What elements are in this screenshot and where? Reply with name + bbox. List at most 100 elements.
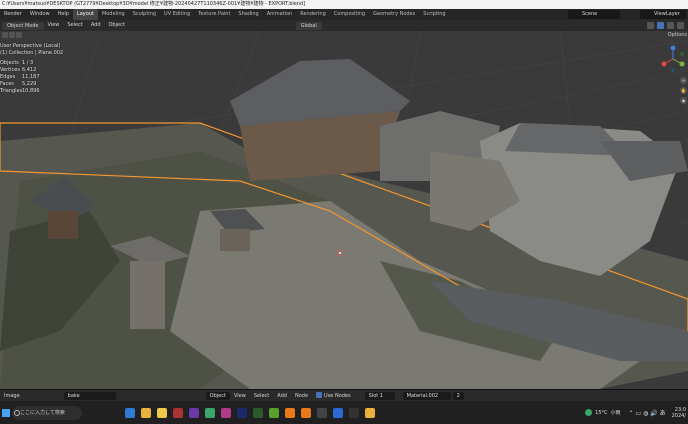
node-menu-select[interactable]: Select xyxy=(250,390,273,402)
node-menu-view[interactable]: View xyxy=(230,390,250,402)
taskbar-search[interactable]: ここに入力して検索 xyxy=(12,405,82,420)
weather-temp: 15°C xyxy=(595,409,608,416)
top-menu-bar: Render Window Help Layout Modeling Sculp… xyxy=(0,9,688,20)
use-nodes-label: Use Nodes xyxy=(324,392,351,399)
camera-view-icon[interactable]: ◉ xyxy=(680,97,687,104)
gizmo-x-icon xyxy=(661,61,667,67)
app-icon-dark-green[interactable] xyxy=(253,407,263,418)
tray-icons[interactable]: ⌃ ▭ ◍ 🔊 あ xyxy=(629,408,666,417)
pan-hand-icon[interactable]: ✋ xyxy=(680,87,687,94)
node-menu-node[interactable]: Node xyxy=(291,390,312,402)
tab-sculpting[interactable]: Sculpting xyxy=(129,9,160,20)
shading-buttons xyxy=(647,22,684,29)
material-field[interactable]: Material.002 xyxy=(402,391,451,400)
viewport-info-overlay: User Perspective (Local) (1) Collection … xyxy=(0,43,63,95)
file-explorer-icon[interactable] xyxy=(157,407,167,418)
scene-selector[interactable]: Scene xyxy=(568,10,620,19)
shrine-body xyxy=(48,211,78,239)
blender-icon-2[interactable] xyxy=(301,407,311,418)
view-layer-name: ViewLayer xyxy=(654,11,680,17)
material-shading-icon[interactable] xyxy=(667,22,674,29)
tab-layout[interactable]: Layout xyxy=(72,9,98,20)
object-dropdown[interactable]: Object xyxy=(205,391,230,400)
task-view-icon[interactable] xyxy=(125,407,135,418)
menu-render[interactable]: Render xyxy=(0,9,26,20)
window-title: C:¥Users¥matsuo¥DESKTOP (GT2779¥Desktop¥… xyxy=(0,0,688,9)
editor-type-label[interactable]: Image xyxy=(0,390,24,402)
menu-window[interactable]: Window xyxy=(26,9,54,20)
collection-info: (1) Collection | Plane.002 xyxy=(0,50,64,56)
app-icon-yellow[interactable] xyxy=(365,407,375,418)
chrome-icon[interactable] xyxy=(141,407,151,418)
tab-geometry-nodes[interactable]: Geometry Nodes xyxy=(369,9,419,20)
app-icon-green[interactable] xyxy=(205,407,215,418)
3d-cursor-center xyxy=(339,252,341,254)
weather-desc: 小雨 xyxy=(610,410,621,416)
app-icon-dark[interactable] xyxy=(349,407,359,418)
pavilion-body xyxy=(220,229,250,251)
tab-texture-paint[interactable]: Texture Paint xyxy=(194,9,234,20)
viewport-header: Object Mode View Select Add Object Globa… xyxy=(0,20,688,31)
3d-viewport[interactable]: User Perspective (Local) (1) Collection … xyxy=(0,31,688,389)
menu-view[interactable]: View xyxy=(44,20,64,31)
after-effects-icon[interactable] xyxy=(237,407,247,418)
solid-shading-icon[interactable] xyxy=(657,22,664,29)
gizmo-neg-y-icon xyxy=(680,52,684,56)
transform-orientation[interactable]: Global xyxy=(295,21,322,30)
tab-shading[interactable]: Shading xyxy=(234,9,262,20)
tab-animation[interactable]: Animation xyxy=(263,9,297,20)
material-users[interactable]: 2 xyxy=(452,391,464,400)
box-tool-icon[interactable] xyxy=(9,32,15,38)
zoom-icon[interactable]: + xyxy=(680,77,687,84)
windows-taskbar: ここに入力して検索 15°C 小雨 ⌃ ▭ ◍ 🔊 あ 23:0 2024/ xyxy=(0,401,688,424)
app-icon-lime[interactable] xyxy=(269,407,279,418)
navigation-gizmo[interactable] xyxy=(660,45,686,73)
app-icon-magenta[interactable] xyxy=(221,407,231,418)
view-layer-selector[interactable]: ViewLayer xyxy=(640,10,686,19)
stone-monument xyxy=(130,261,165,329)
windows-start-icon[interactable] xyxy=(2,408,10,417)
menu-help[interactable]: Help xyxy=(54,9,73,20)
slot-dropdown[interactable]: Slot 1 xyxy=(364,391,395,400)
system-tray: 15°C 小雨 ⌃ ▭ ◍ 🔊 あ 23:0 2024/ xyxy=(585,401,686,424)
scene-render xyxy=(0,31,688,389)
checkbox-check-icon xyxy=(316,392,323,398)
rendered-shading-icon[interactable] xyxy=(677,22,684,29)
menu-select[interactable]: Select xyxy=(63,20,86,31)
node-menu-add[interactable]: Add xyxy=(273,390,291,402)
stat-row: Edges 11,187 xyxy=(0,74,40,80)
menu-object[interactable]: Object xyxy=(105,20,129,31)
gizmo-z-icon xyxy=(670,45,676,51)
select-tool-icon[interactable] xyxy=(2,32,8,38)
wireframe-shading-icon[interactable] xyxy=(647,22,654,29)
gizmo-neg-z-icon xyxy=(671,68,675,72)
gizmo-y-icon xyxy=(679,61,685,67)
scene-name: Scene xyxy=(582,11,598,17)
blender-window: C:¥Users¥matsuo¥DESKTOP (GT2779¥Desktop¥… xyxy=(0,0,688,424)
clock[interactable]: 23:0 2024/ xyxy=(672,407,686,419)
stat-row: Objects 1 / 3 xyxy=(0,60,34,66)
tab-scripting[interactable]: Scripting xyxy=(419,9,449,20)
app-icon-red[interactable] xyxy=(173,407,183,418)
app-icon-gray[interactable] xyxy=(317,407,327,418)
menu-add[interactable]: Add xyxy=(87,20,105,31)
tab-modeling[interactable]: Modeling xyxy=(98,9,129,20)
app-icon-purple[interactable] xyxy=(189,407,199,418)
blender-icon[interactable] xyxy=(285,407,295,418)
viewport-mini-toolbar xyxy=(2,32,22,38)
app-icon-blue[interactable] xyxy=(333,407,343,418)
scene-stats: Objects 1 / 3 Vertices 6,412 Edges 11,187 F… xyxy=(0,60,63,95)
node-editor-header: Image bake Object View Select Add Node U… xyxy=(0,389,688,401)
mode-dropdown[interactable]: Object Mode xyxy=(2,21,44,30)
use-nodes-checkbox[interactable]: Use Nodes xyxy=(312,390,355,402)
stat-row: Faces 5,229 xyxy=(0,81,37,87)
lasso-tool-icon[interactable] xyxy=(16,32,22,38)
image-name-field[interactable]: bake xyxy=(63,391,116,400)
tab-compositing[interactable]: Compositing xyxy=(330,9,369,20)
tab-uv-editing[interactable]: UV Editing xyxy=(160,9,194,20)
weather-icon[interactable] xyxy=(585,409,593,416)
view-name: User Perspective (Local) xyxy=(0,43,61,49)
options-dropdown[interactable]: Options xyxy=(668,32,687,38)
tab-rendering[interactable]: Rendering xyxy=(296,9,330,20)
stat-row: Triangles 10,896 xyxy=(0,88,40,94)
